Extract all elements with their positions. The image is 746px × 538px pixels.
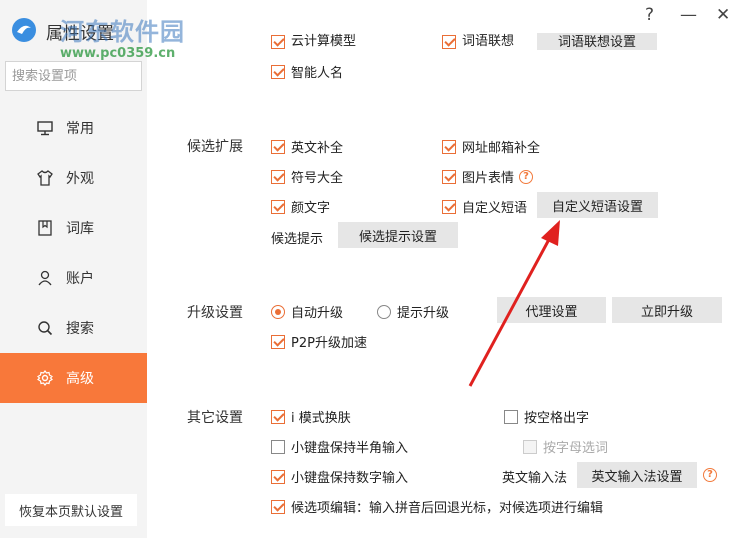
checkbox-label: 按空格出字: [524, 411, 590, 426]
half-width-checkbox[interactable]: 小键盘保持半角输入: [271, 437, 408, 456]
checkbox-box: [271, 64, 285, 79]
search-icon: [36, 319, 54, 337]
candidate-edit-checkbox[interactable]: 候选项编辑：输入拼音后回退光标，对候选项进行编辑: [271, 497, 603, 516]
sidebar-item-appearance[interactable]: 外观: [0, 153, 147, 203]
monitor-icon: [36, 119, 54, 137]
checkbox-box: [523, 439, 537, 454]
radio-label: 提示升级: [397, 306, 450, 321]
space-output-checkbox[interactable]: 按空格出字: [504, 407, 589, 426]
sidebar-item-label: 高级: [66, 371, 94, 387]
prompt-upgrade-radio[interactable]: 提示升级: [377, 302, 449, 321]
restore-defaults-button[interactable]: 恢复本页默认设置: [5, 494, 137, 526]
sidebar-item-advanced[interactable]: 高级: [0, 353, 147, 403]
candidate-hint-settings-button[interactable]: 候选提示设置: [338, 222, 458, 248]
checkbox-label: 按字母选词: [543, 441, 609, 456]
numeric-keypad-checkbox[interactable]: 小键盘保持数字输入: [271, 467, 408, 486]
url-email-checkbox[interactable]: 网址邮箱补全: [442, 137, 540, 156]
settings-content: 云计算模型 词语联想 词语联想设置 智能人名 候选扩展 英文补全 网址邮箱补全 …: [147, 0, 746, 538]
checkbox-box: [271, 199, 285, 214]
settings-window: 属性设置 河东软件园 www.pc0359.cn 常用 外观 词库: [0, 0, 746, 538]
english-complete-checkbox[interactable]: 英文补全: [271, 137, 343, 156]
checkbox-box: [271, 409, 285, 424]
sidebar-item-label: 外观: [66, 171, 94, 187]
title-area: 属性设置 河东软件园 www.pc0359.cn: [0, 0, 184, 61]
radio-dot: [377, 304, 391, 319]
radio-dot: [271, 304, 285, 319]
app-logo-icon: [12, 18, 36, 42]
checkbox-label: 自定义短语: [462, 201, 528, 216]
checkbox-box: [442, 199, 456, 214]
cloud-calc-checkbox[interactable]: 云计算模型: [271, 33, 356, 49]
checkbox-box: [271, 499, 285, 514]
help-icon[interactable]: ?: [519, 169, 534, 184]
checkbox-label: 小键盘保持数字输入: [291, 471, 409, 486]
checkbox-label: 智能人名: [291, 66, 344, 81]
auto-upgrade-radio[interactable]: 自动升级: [271, 302, 343, 321]
phrase-association-settings-button[interactable]: 词语联想设置: [537, 33, 657, 50]
checkbox-label: 候选项编辑：输入拼音后回退光标，对候选项进行编辑: [291, 501, 604, 516]
checkbox-label: 符号大全: [291, 171, 344, 186]
gear-icon: [36, 369, 54, 387]
checkbox-box: [271, 169, 285, 184]
checkbox-label: 颜文字: [291, 201, 331, 216]
sidebar-item-dictionary[interactable]: 词库: [0, 203, 147, 253]
checkbox-label: i 模式换肤: [291, 411, 351, 426]
checkbox-label: 网址邮箱补全: [462, 141, 541, 156]
section-candidates-label: 候选扩展: [187, 139, 243, 155]
candidate-hint-label: 候选提示: [271, 232, 324, 247]
symbols-checkbox[interactable]: 符号大全: [271, 167, 343, 186]
checkbox-box: [442, 169, 456, 184]
custom-phrase-settings-button[interactable]: 自定义短语设置: [537, 192, 658, 218]
checkbox-box: [271, 439, 285, 454]
sidebar-item-label: 搜索: [66, 321, 94, 337]
help-icon[interactable]: ?: [703, 468, 717, 482]
sidebar-item-common[interactable]: 常用: [0, 103, 147, 153]
checkbox-box: [271, 469, 285, 484]
sidebar-item-account[interactable]: 账户: [0, 253, 147, 303]
sidebar-item-label: 账户: [66, 271, 94, 287]
stickers-checkbox[interactable]: 图片表情 ?: [442, 167, 534, 186]
sidebar-item-search[interactable]: 搜索: [0, 303, 147, 353]
proxy-settings-button[interactable]: 代理设置: [497, 297, 606, 323]
phrase-association-checkbox[interactable]: 词语联想: [442, 33, 514, 49]
sidebar: 属性设置 河东软件园 www.pc0359.cn 常用 外观 词库: [0, 0, 184, 538]
user-icon: [36, 269, 54, 287]
english-input-settings-button[interactable]: 英文输入法设置: [577, 462, 697, 488]
checkbox-box: [271, 139, 285, 154]
checkbox-label: 云计算模型: [291, 34, 357, 49]
section-other-label: 其它设置: [187, 410, 243, 426]
checkbox-label: 英文补全: [291, 141, 344, 156]
checkbox-label: P2P升级加速: [291, 336, 367, 351]
shirt-icon: [36, 169, 54, 187]
i-mode-skin-checkbox[interactable]: i 模式换肤: [271, 407, 351, 426]
custom-phrase-checkbox[interactable]: 自定义短语: [442, 197, 527, 216]
checkbox-label: 小键盘保持半角输入: [291, 441, 409, 456]
checkbox-label: 词语联想: [462, 34, 515, 49]
letter-select-checkbox[interactable]: 按字母选词: [523, 437, 608, 456]
upgrade-now-button[interactable]: 立即升级: [612, 297, 722, 323]
checkbox-box: [271, 35, 285, 49]
p2p-upgrade-checkbox[interactable]: P2P升级加速: [271, 332, 367, 351]
settings-search-input[interactable]: [5, 61, 142, 91]
radio-label: 自动升级: [291, 306, 344, 321]
checkbox-box: [271, 334, 285, 349]
checkbox-label: 图片表情: [462, 171, 515, 186]
checkbox-box: [442, 35, 456, 49]
book-icon: [36, 219, 54, 237]
section-upgrade-label: 升级设置: [187, 305, 243, 321]
sidebar-item-label: 常用: [66, 121, 94, 137]
checkbox-box: [504, 409, 518, 424]
english-input-label: 英文输入法: [502, 471, 568, 486]
emoticons-checkbox[interactable]: 颜文字: [271, 197, 330, 216]
smart-name-checkbox[interactable]: 智能人名: [271, 62, 343, 81]
checkbox-box: [442, 139, 456, 154]
sidebar-item-label: 词库: [66, 221, 94, 237]
